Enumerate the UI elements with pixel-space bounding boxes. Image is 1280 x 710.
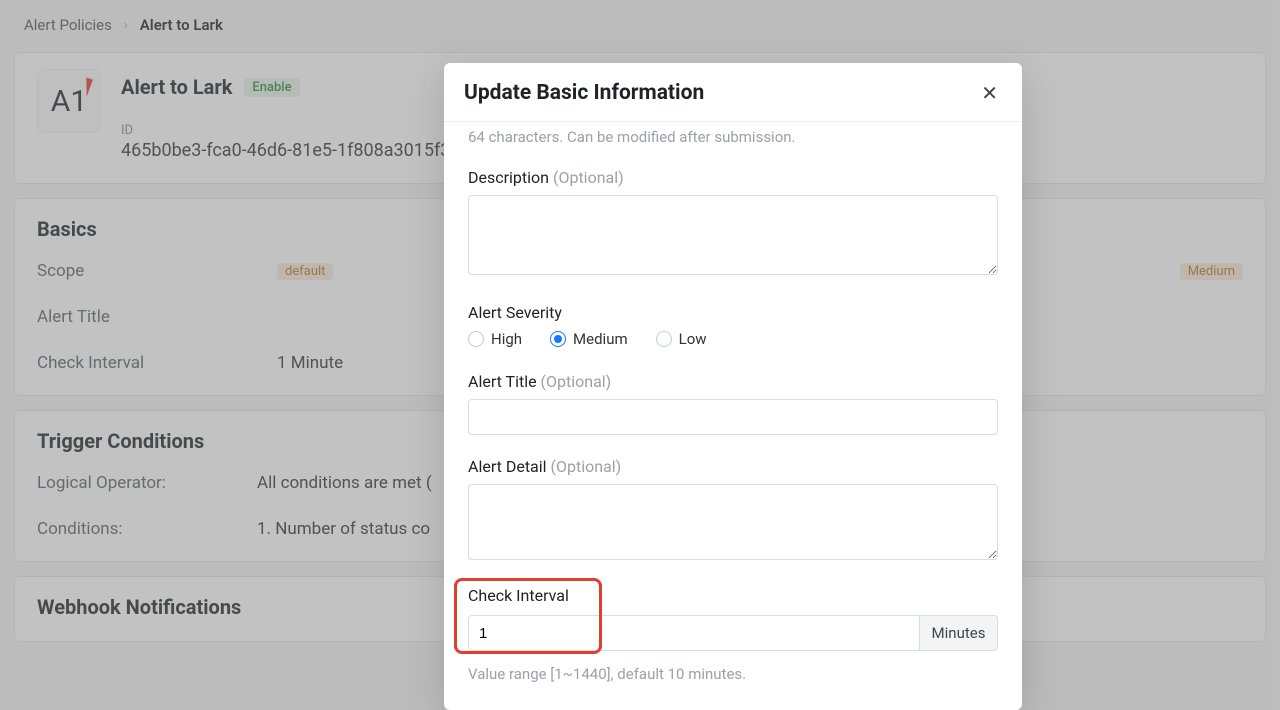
update-basic-info-modal: Update Basic Information ✕ 64 characters…	[444, 63, 1022, 710]
description-label: Description (Optional)	[468, 168, 998, 187]
check-interval-helper: Value range [1~1440], default 10 minutes…	[468, 665, 998, 683]
check-interval-field-label: Check Interval	[468, 586, 998, 605]
check-interval-input[interactable]	[468, 615, 920, 651]
alert-detail-textarea[interactable]	[468, 484, 998, 560]
description-textarea[interactable]	[468, 195, 998, 275]
severity-radio-medium[interactable]: Medium	[550, 330, 628, 348]
severity-radio-low[interactable]: Low	[656, 330, 707, 348]
modal-title: Update Basic Information	[464, 81, 704, 105]
radio-icon	[656, 331, 672, 347]
alert-title-field-label: Alert Title (Optional)	[468, 372, 998, 391]
radio-icon	[550, 331, 566, 347]
severity-radio-group: High Medium Low	[468, 330, 998, 348]
alert-title-input[interactable]	[468, 399, 998, 435]
alert-detail-label: Alert Detail (Optional)	[468, 457, 998, 476]
radio-icon	[468, 331, 484, 347]
close-icon[interactable]: ✕	[977, 79, 1002, 107]
alert-severity-label: Alert Severity	[468, 303, 998, 322]
severity-radio-high[interactable]: High	[468, 330, 522, 348]
check-interval-unit: Minutes	[920, 615, 998, 651]
name-helper-text: 64 characters. Can be modified after sub…	[468, 128, 998, 146]
